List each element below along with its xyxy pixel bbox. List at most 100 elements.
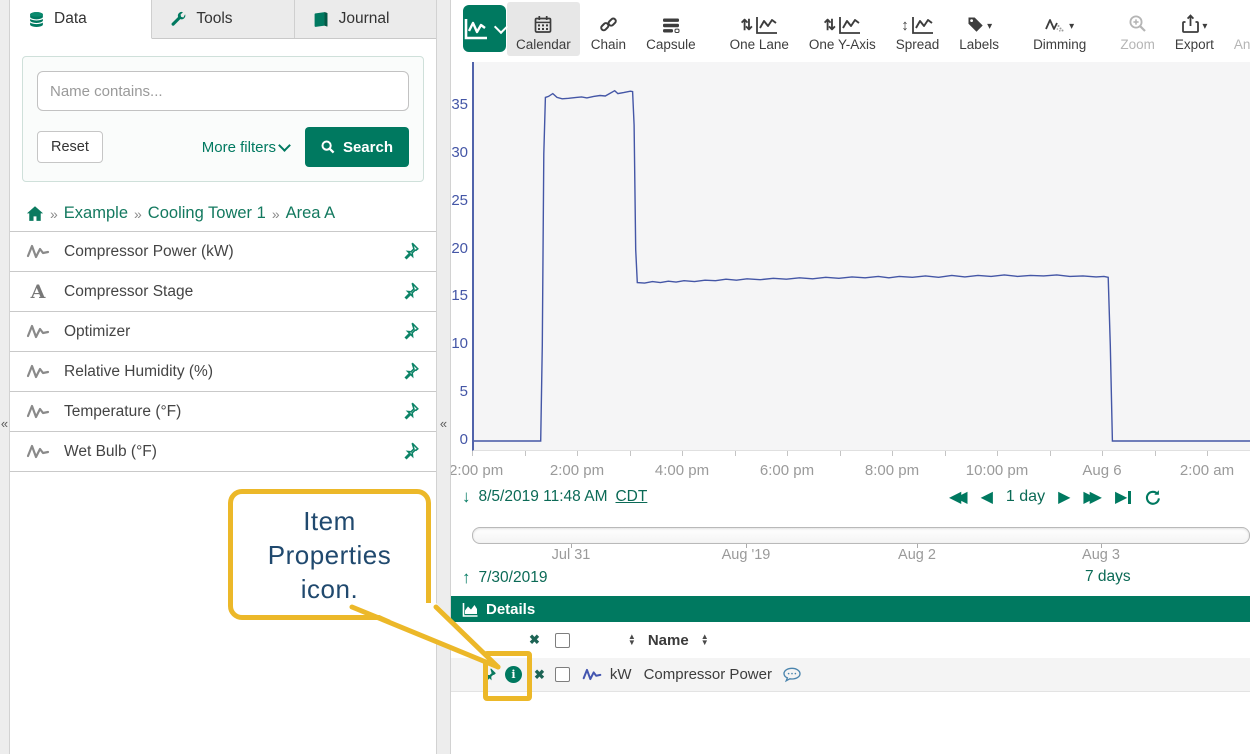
breadcrumb-cooling-tower-1[interactable]: Cooling Tower 1 [148, 204, 266, 223]
list-item-temperature[interactable]: Temperature (°F) [10, 392, 436, 432]
step-to-end-icon[interactable]: ▶ [1115, 487, 1131, 507]
collapse-left-icon[interactable]: « [0, 410, 9, 436]
timebar-tick-label: Aug 3 [1082, 547, 1120, 563]
select-all-checkbox[interactable] [555, 633, 570, 648]
search-input[interactable] [37, 71, 409, 111]
axis-tick [840, 451, 841, 456]
y-axis-tick-label: 5 [449, 383, 468, 400]
view-selector-button[interactable] [463, 5, 506, 52]
step-back-full-icon[interactable]: ◀◀ [949, 487, 968, 507]
axis-tick [630, 451, 631, 456]
pin-icon[interactable] [400, 321, 420, 341]
callout-line: Item [303, 504, 356, 538]
row-checkbox[interactable] [555, 667, 570, 682]
tab-journal-label: Journal [339, 10, 390, 28]
axis-tick [1155, 451, 1156, 456]
pin-icon[interactable] [400, 361, 420, 381]
dimming-button[interactable]: ▾ Dimming [1024, 2, 1095, 56]
collapse-sidebar-icon[interactable]: « [437, 410, 450, 436]
left-collapse-rail[interactable]: « [0, 0, 10, 754]
y-axis-tick-label: 10 [449, 335, 468, 352]
dimming-icon [1045, 17, 1067, 34]
list-item-compressor-stage[interactable]: A Compressor Stage [10, 272, 436, 312]
list-item-wet-bulb[interactable]: Wet Bulb (°F) [10, 432, 436, 472]
more-filters-link[interactable]: More filters [202, 139, 289, 156]
trend-mini-icon [911, 16, 934, 34]
chevron-down-icon [278, 139, 291, 152]
calendar-mode-button[interactable]: Calendar [507, 2, 580, 56]
step-forward-full-icon[interactable]: ▶▶ [1083, 487, 1102, 507]
axis-tick [1050, 451, 1051, 456]
remove-item-icon[interactable]: ✖ [534, 667, 545, 683]
capsule-icon [661, 17, 681, 34]
pin-icon[interactable] [400, 281, 420, 301]
breadcrumb-area-a[interactable]: Area A [286, 204, 336, 223]
investigate-start-label[interactable]: 7/30/2019 [479, 569, 548, 587]
axis-tick [735, 451, 736, 456]
axis-tick [525, 451, 526, 456]
axis-tick [787, 451, 788, 456]
list-item-optimizer[interactable]: Optimizer [10, 312, 436, 352]
display-range-start: ↓ 8/5/2019 11:48 AM CDT [462, 487, 647, 507]
trend-plot-area[interactable] [472, 62, 1250, 451]
export-icon [1181, 14, 1200, 34]
refresh-icon[interactable] [1144, 489, 1161, 506]
breadcrumb-example[interactable]: Example [64, 204, 128, 223]
capsule-time-button[interactable]: Capsule [637, 2, 705, 56]
spread-button[interactable]: ↕ Spread [887, 2, 949, 56]
pin-icon[interactable] [400, 441, 420, 461]
details-panel-header: Details [449, 596, 1250, 622]
signal-icon [26, 403, 50, 420]
tab-data[interactable]: Data [10, 0, 152, 39]
tab-journal[interactable]: Journal [295, 0, 436, 38]
details-row-compressor-power[interactable]: i ✖ kW Compressor Power [449, 658, 1250, 692]
y-axis-tick-label: 20 [449, 240, 468, 257]
remove-all-icon[interactable]: ✖ [529, 632, 540, 648]
journal-icon [313, 11, 330, 28]
down-arrow-icon: ↓ [462, 487, 471, 507]
list-item-relative-humidity[interactable]: Relative Humidity (%) [10, 352, 436, 392]
x-axis-tick-label: 6:00 pm [760, 462, 814, 479]
tab-tools[interactable]: Tools [152, 0, 294, 38]
name-column-header[interactable]: Name [648, 632, 689, 649]
list-item-compressor-power[interactable]: Compressor Power (kW) [10, 232, 436, 272]
zoom-button[interactable]: Zoom [1111, 2, 1164, 56]
chevron-down-icon [494, 19, 508, 33]
step-forward-half-icon[interactable]: ▶ [1058, 487, 1070, 507]
axis-tick [892, 451, 893, 456]
y-axis-tick-label: 30 [449, 144, 468, 161]
home-icon[interactable] [26, 205, 44, 222]
reset-button[interactable]: Reset [37, 131, 103, 163]
labels-button[interactable]: ▾ Labels [950, 2, 1008, 56]
trend-toolbar: Calendar Chain [449, 0, 1250, 57]
signal-icon [582, 667, 602, 682]
pin-icon[interactable] [400, 241, 420, 261]
investigate-duration-label[interactable]: 7 days [1085, 568, 1131, 586]
display-range-start-label[interactable]: 8/5/2019 11:48 AM [479, 488, 608, 506]
sort-icon[interactable]: ▲▼ [628, 634, 636, 646]
chain-view-button[interactable]: Chain [582, 2, 635, 56]
timezone-link[interactable]: CDT [615, 488, 647, 506]
one-y-axis-button[interactable]: ⇅ One Y-Axis [800, 2, 885, 56]
investigate-range-row: ↑ 7/30/2019 7 days [449, 568, 1250, 590]
one-lane-button[interactable]: ⇅ One Lane [721, 2, 798, 56]
search-button[interactable]: Search [305, 127, 409, 167]
caret-down-icon: ▾ [1202, 22, 1207, 32]
step-size-label[interactable]: 1 day [1006, 488, 1045, 506]
investigate-range-slider[interactable] [472, 527, 1250, 544]
pin-icon[interactable] [400, 401, 420, 421]
name-cell[interactable]: Compressor Power [644, 666, 772, 683]
step-back-half-icon[interactable]: ◀ [981, 487, 993, 507]
x-axis-tick-label: 10:00 pm [966, 462, 1029, 479]
annotate-button[interactable]: Annotate [1225, 2, 1250, 56]
axis-tick [945, 451, 946, 456]
annotate-item-icon[interactable] [782, 667, 802, 683]
export-button[interactable]: ▾ Export [1166, 2, 1223, 56]
tag-icon [966, 15, 985, 34]
zoom-in-icon [1128, 14, 1148, 34]
chain-icon [599, 15, 618, 34]
y-axis-tick-label: 35 [449, 96, 468, 113]
trend-mini-icon [755, 16, 778, 34]
axis-tick [1207, 451, 1208, 456]
sort-icon[interactable]: ▲▼ [701, 634, 709, 646]
